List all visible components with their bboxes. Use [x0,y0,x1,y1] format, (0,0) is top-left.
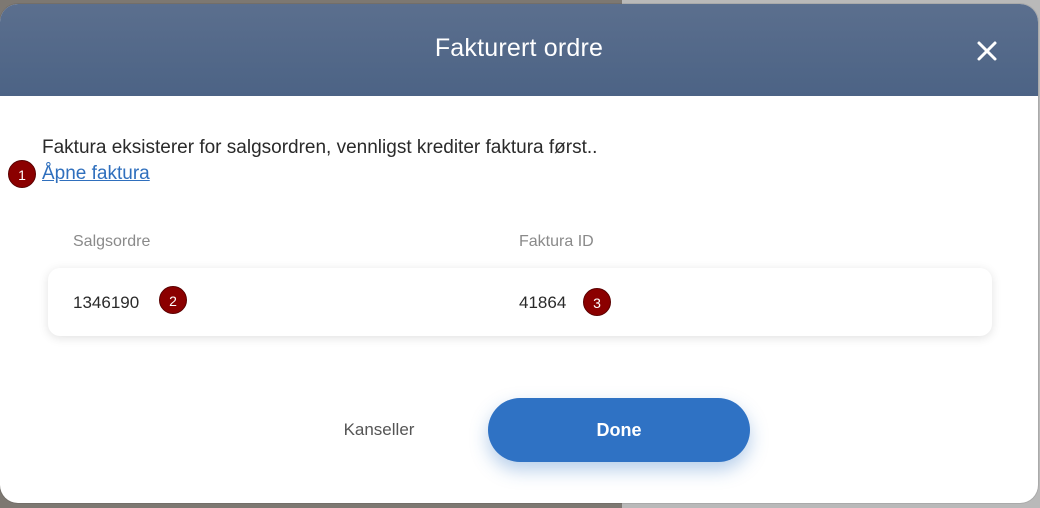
annotation-marker-1: 1 [8,160,36,188]
dialog-title: Fakturert ordre [434,34,604,62]
invoiced-order-dialog: Fakturert ordre Faktura eksisterer for s… [0,4,1038,503]
column-header-salgsordre: Salgsordre [73,233,151,250]
dialog-header: Fakturert ordre [0,4,1038,96]
close-icon [974,38,1000,64]
close-button[interactable] [974,38,1000,64]
table-row: 1346190 41864 [48,268,992,336]
annotation-marker-3: 3 [583,288,611,316]
column-header-faktura-id: Faktura ID [519,233,594,250]
done-button[interactable]: Done [488,398,750,462]
dialog-message: Faktura eksisterer for salgsordren, venn… [42,137,598,158]
salgsordre-value: 1346190 [73,293,140,312]
cancel-button[interactable]: Kanseller [316,408,442,452]
open-invoice-link[interactable]: Åpne faktura [42,163,150,185]
faktura-id-value: 41864 [519,293,567,312]
annotation-marker-2: 2 [159,286,187,314]
